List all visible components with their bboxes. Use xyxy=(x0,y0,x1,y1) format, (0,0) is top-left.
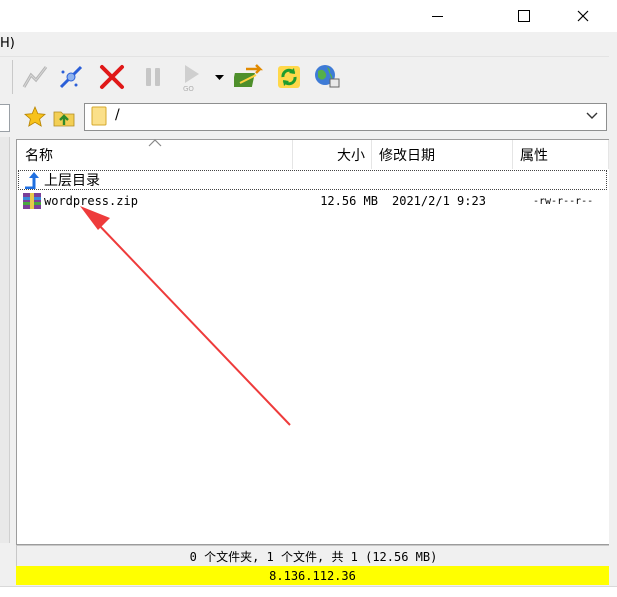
log-pane-edge xyxy=(0,586,617,597)
status-summary-text: 0 个文件夹, 1 个文件, 共 1 (12.56 MB) xyxy=(189,549,438,564)
annotation-arrow xyxy=(80,206,291,426)
status-host-bar: 8.136.112.36 xyxy=(16,566,609,585)
window-edge xyxy=(609,32,617,596)
status-summary: 0 个文件夹, 1 个文件, 共 1 (12.56 MB) xyxy=(16,545,611,567)
status-host-text: 8.136.112.36 xyxy=(269,568,356,583)
